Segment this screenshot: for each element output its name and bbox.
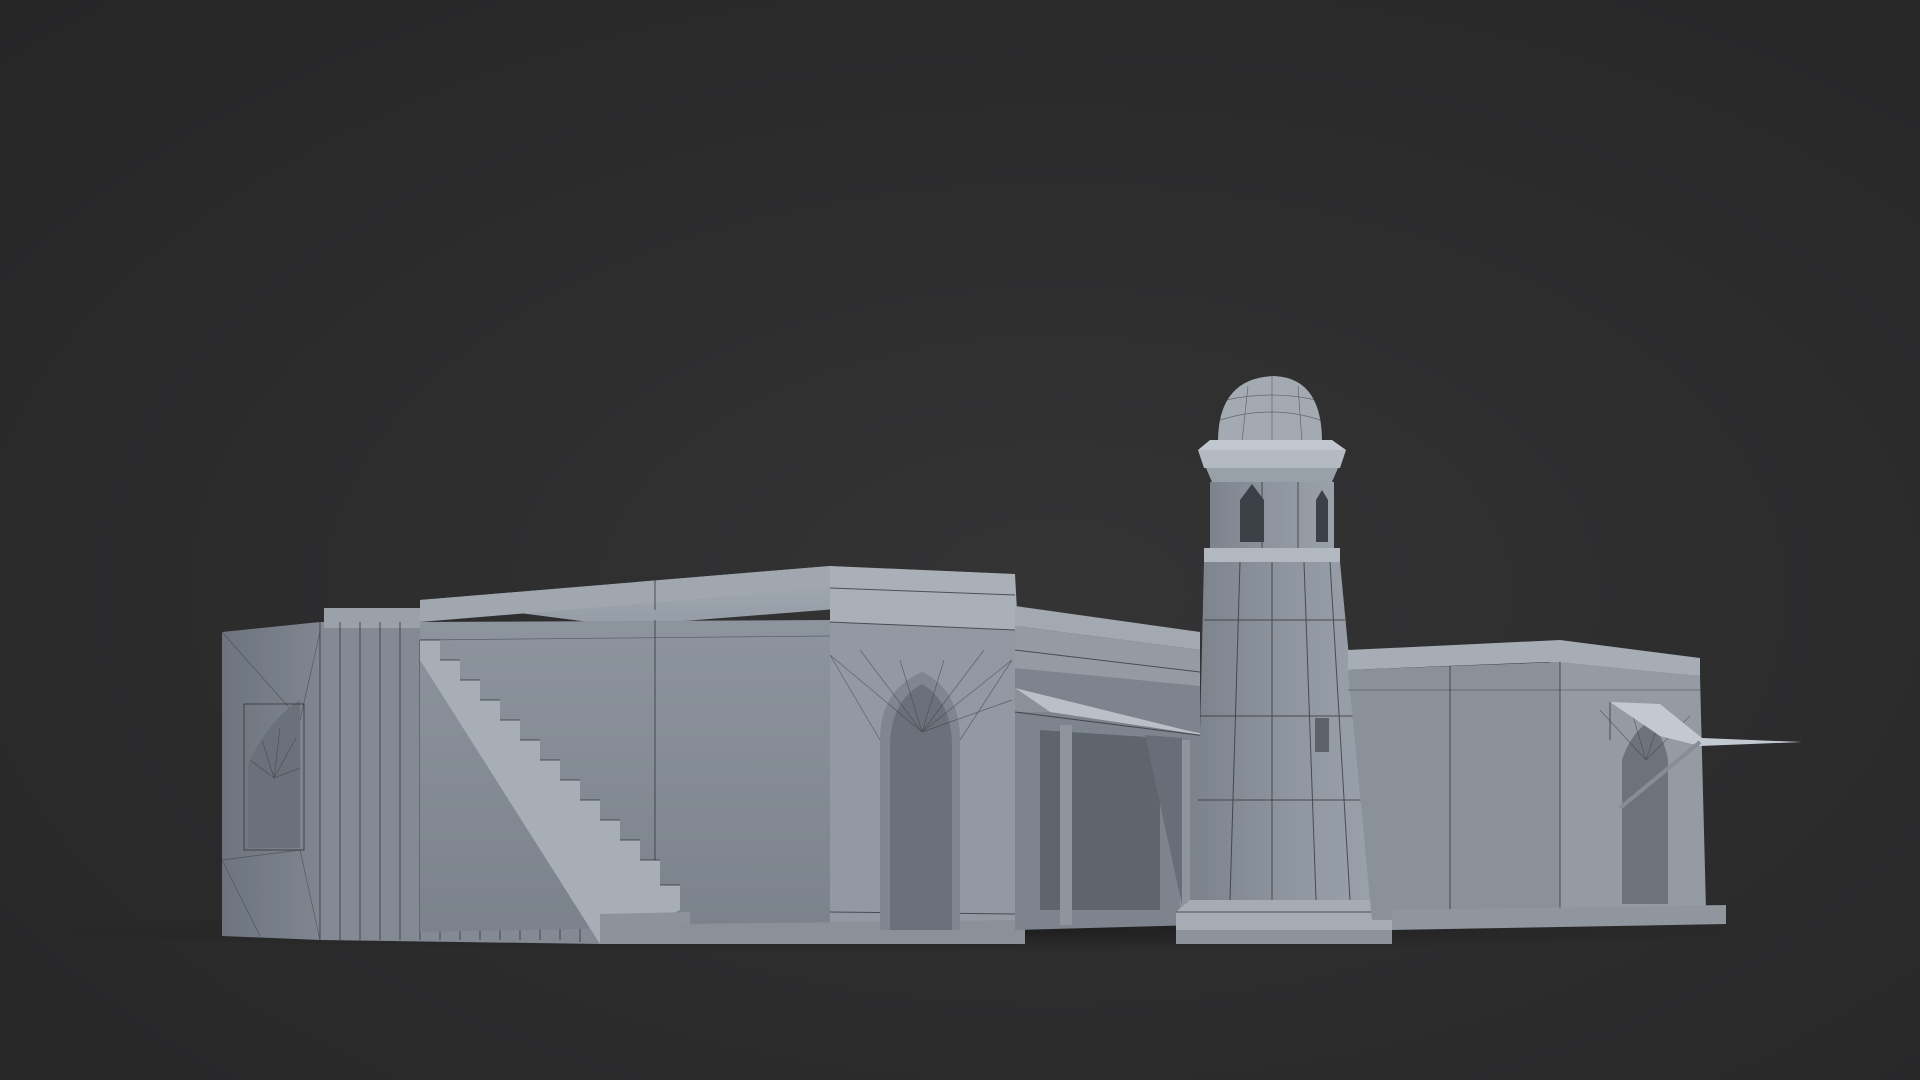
right-arch-window <box>1622 722 1668 904</box>
render-viewport <box>0 0 1920 1080</box>
building-render <box>30 376 1830 952</box>
right-block <box>1348 640 1802 930</box>
tower-window <box>1316 490 1328 542</box>
pillar <box>1060 725 1072 925</box>
dome <box>1218 376 1322 442</box>
main-block <box>419 566 1025 944</box>
middle-section <box>1014 606 1223 930</box>
